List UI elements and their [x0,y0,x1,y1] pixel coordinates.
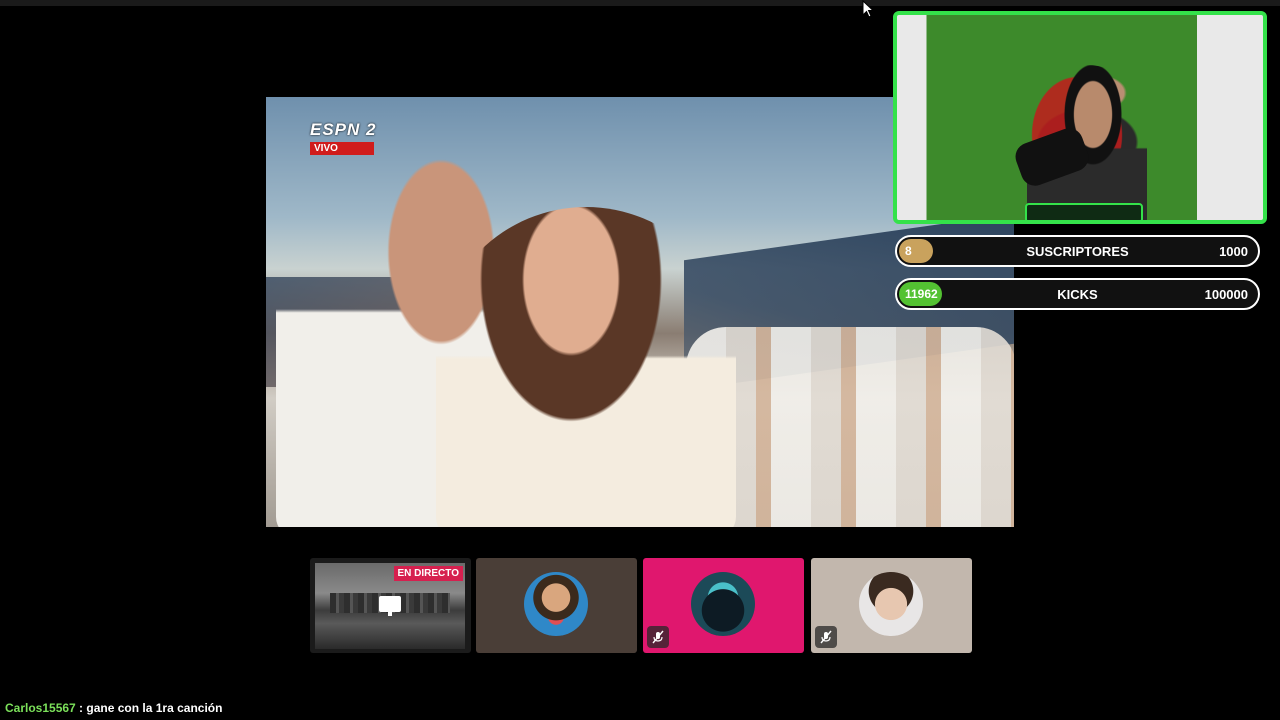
webcam-nameplate [1025,203,1143,220]
chat-username: Carlos15567 [5,701,76,715]
top-bar [0,0,1280,6]
chat-message: Carlos15567 : gane con la 1ra canción [5,701,222,715]
goal-bar-subscribers: 8 SUSCRIPTORES 1000 [895,235,1260,267]
mic-muted-icon [647,626,669,648]
participant-tile-screen-share[interactable]: EN DIRECTO [310,558,471,653]
goal-bar-kicks: 11962 KICKS 100000 [895,278,1260,310]
network-bug: ESPN 2 VIVO [310,121,376,156]
webcam-overlay [893,11,1267,224]
screen-share-icon [379,596,401,616]
mic-muted-icon [815,626,837,648]
chat-text: gane con la 1ra canción [86,701,223,715]
avatar [524,572,588,636]
goal-target: 100000 [1204,286,1248,302]
chat-separator: : [75,701,87,715]
live-tag: VIVO [310,142,374,155]
goal-target: 1000 [1219,243,1248,259]
participant-tile[interactable] [643,558,804,653]
avatar [691,572,755,636]
couple-woman [436,207,736,527]
goal-label: SUSCRIPTORES [1026,243,1129,259]
participant-tile[interactable] [811,558,972,653]
network-logo: ESPN 2 [310,120,377,139]
participant-tile[interactable] [476,558,637,653]
live-badge: EN DIRECTO [393,566,463,581]
avatar [859,572,923,636]
mouse-cursor-icon [862,0,875,18]
